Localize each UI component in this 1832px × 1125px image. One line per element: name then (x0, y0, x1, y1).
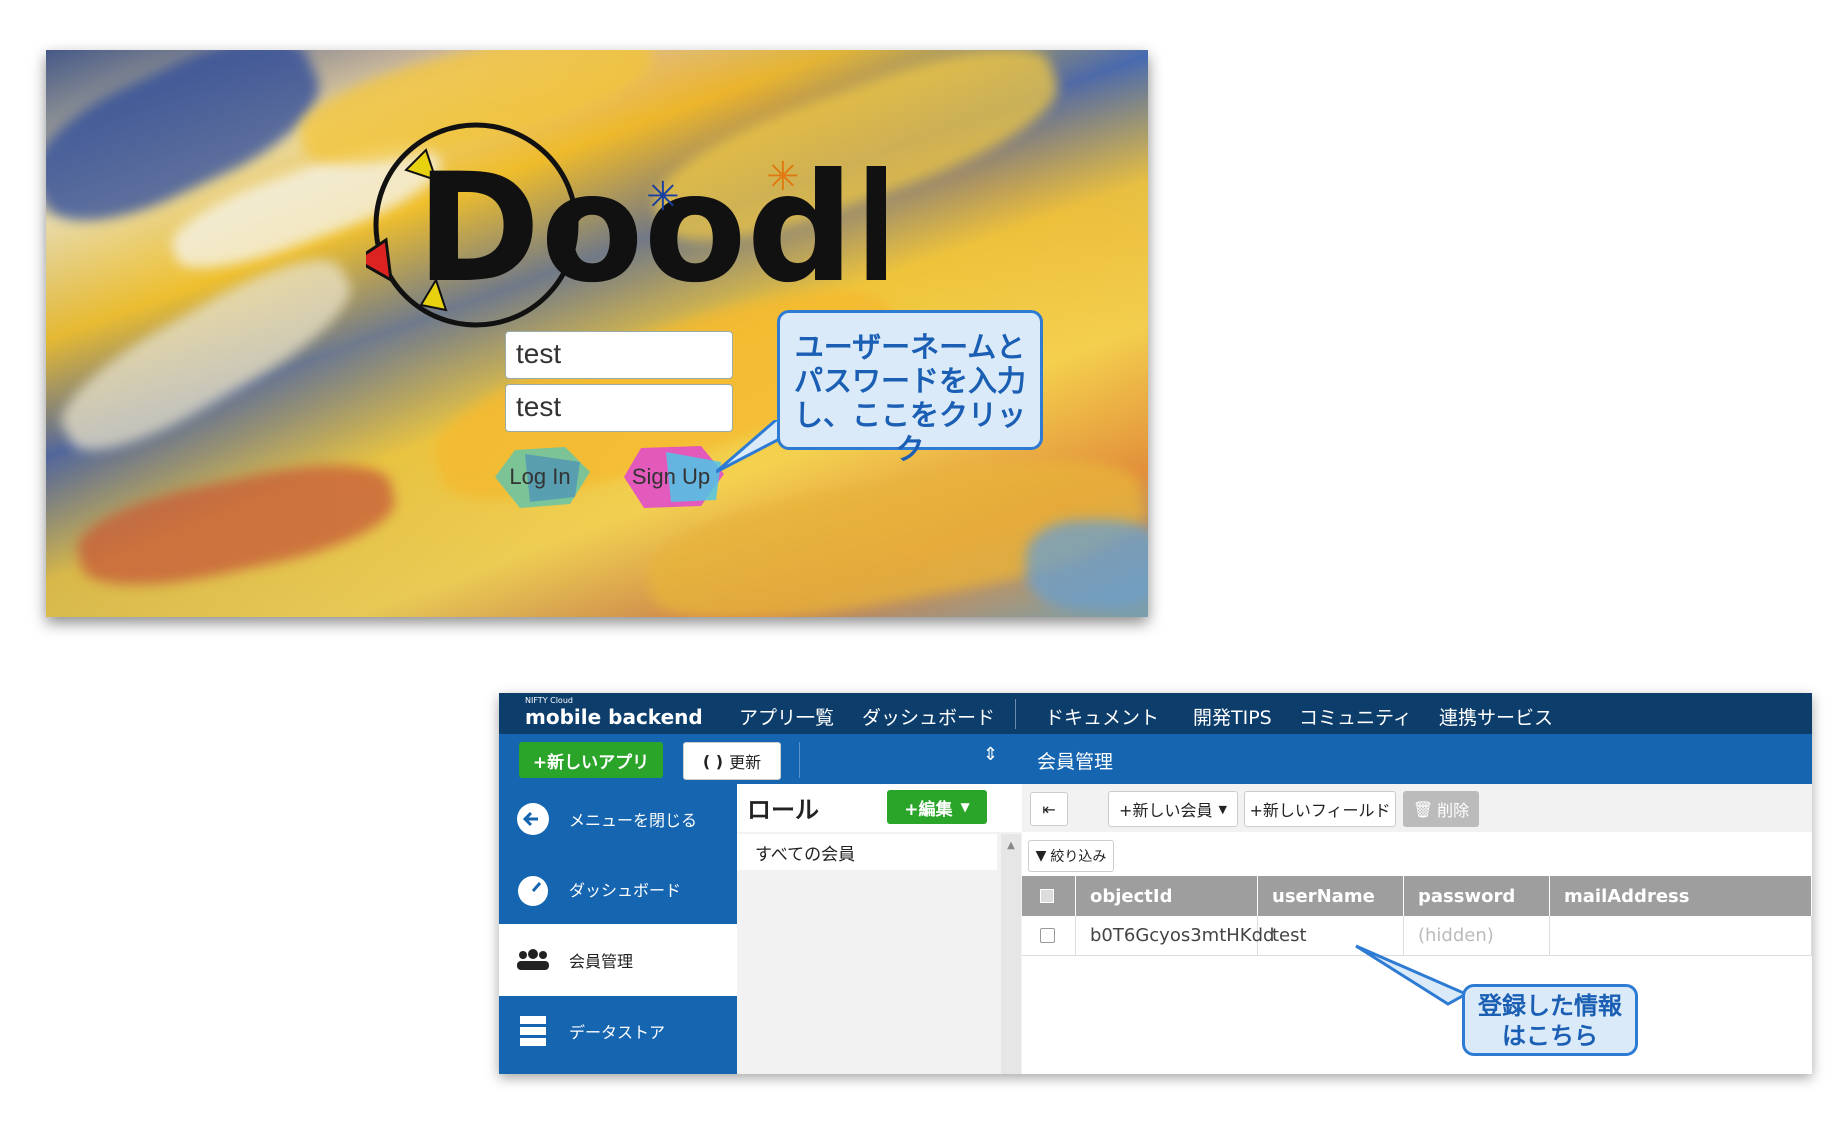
row-checkbox[interactable] (1022, 916, 1076, 956)
table-callout-tail (1355, 944, 1470, 1006)
new-field-button[interactable]: +新しいフィールド (1244, 791, 1396, 827)
sidebar-item-members[interactable]: 会員管理 (499, 924, 737, 996)
col-password[interactable]: password (1404, 876, 1550, 916)
sidebar-item-close-menu[interactable]: メニューを閉じる (499, 784, 737, 854)
nav-community[interactable]: コミュニティ (1299, 703, 1412, 730)
nav-dashboard[interactable]: ダッシュボード (862, 703, 995, 730)
roles-scrollbar[interactable]: ▲ (1001, 834, 1021, 1074)
sidebar-item-label: データストア (569, 1023, 666, 1042)
password-input[interactable]: test (505, 384, 733, 432)
nav-dev-tips[interactable]: 開発TIPS (1193, 703, 1272, 730)
edit-label: +編集 (904, 799, 953, 820)
delete-button[interactable]: 🗑 削除 (1403, 791, 1479, 827)
members-panel: ⇤ +新しい会員 ▼ +新しいフィールド 🗑 削除 ▼ 絞り込み objectI… (1022, 784, 1812, 1074)
cell-mailAddress[interactable] (1550, 916, 1812, 956)
sidebar-item-dashboard[interactable]: ダッシュボード (499, 854, 737, 924)
brand-logo: mobile backend (525, 705, 703, 729)
sidebar-item-datastore[interactable]: データストア (499, 996, 737, 1066)
signup-button-label: Sign Up (631, 464, 711, 489)
select-all-checkbox[interactable] (1022, 876, 1076, 916)
login-button-label: Log In (509, 464, 571, 489)
roles-title: ロール (747, 796, 819, 824)
roles-panel: ロール +編集 ▼ すべての会員 ▲ (737, 784, 1022, 1074)
page-title: 会員管理 (1037, 751, 1114, 773)
login-screenshot: Doodle ✳ ✳ test test Log In Sign Up ユーザー… (46, 50, 1148, 617)
svg-text:✳: ✳ (766, 154, 800, 200)
sidebar: メニューを閉じる ダッシュボード 会員管理 データストア (499, 784, 737, 1074)
refresh-label: 更新 (729, 753, 762, 772)
login-button[interactable]: Log In (490, 445, 590, 509)
logo-text: Doodle (416, 142, 886, 316)
ncmb-console-screenshot: NIFTY Cloud mobile backend アプリ一覧 ダッシュボード… (499, 693, 1812, 1074)
login-callout: ユーザーネームと パスワードを入力 し、ここをクリック (777, 310, 1043, 466)
refresh-icon: ( ) (702, 751, 724, 771)
collapse-columns-icon[interactable]: ⇤ (1030, 792, 1068, 826)
col-mailAddress[interactable]: mailAddress (1550, 876, 1812, 916)
new-app-button[interactable]: +新しいアプリ (519, 742, 663, 778)
arrow-left-circle-icon (515, 801, 551, 837)
app-selector-chevron-icon[interactable]: ⇕ (983, 744, 998, 765)
filter-button[interactable]: ▼ 絞り込み (1028, 840, 1114, 872)
role-item-all-members[interactable]: すべての会員 (755, 840, 855, 865)
nav-integrations[interactable]: 連携サービス (1439, 703, 1553, 730)
top-nav-bar: NIFTY Cloud mobile backend アプリ一覧 ダッシュボード… (499, 693, 1812, 734)
delete-label: 削除 (1437, 801, 1470, 820)
filter-label: 絞り込み (1050, 849, 1107, 865)
sidebar-item-label: ダッシュボード (569, 881, 682, 900)
svg-text:✳: ✳ (646, 174, 680, 220)
users-icon (515, 942, 551, 978)
nav-app-list[interactable]: アプリ一覧 (739, 703, 834, 730)
filter-icon: ▼ (1035, 848, 1047, 864)
brand-small: NIFTY Cloud (525, 696, 573, 705)
new-member-label: +新しい会員 (1119, 801, 1213, 820)
sidebar-item-label: メニューを閉じる (569, 811, 698, 830)
new-member-button[interactable]: +新しい会員 ▼ (1108, 791, 1238, 827)
col-objectId[interactable]: objectId (1076, 876, 1258, 916)
nav-documents[interactable]: ドキュメント (1045, 703, 1159, 730)
refresh-button[interactable]: ( ) 更新 (683, 742, 781, 780)
gauge-icon (515, 871, 551, 907)
caret-down-icon: ▼ (1218, 802, 1227, 816)
trash-icon: 🗑 (1412, 799, 1434, 819)
cell-objectId[interactable]: b0T6Gcyos3mtHKdd (1076, 916, 1274, 956)
sidebar-item-label: 会員管理 (569, 952, 634, 971)
username-input[interactable]: test (505, 331, 733, 379)
signup-button[interactable]: Sign Up (621, 445, 724, 509)
database-icon (515, 1013, 551, 1049)
sub-header: +新しいアプリ ( ) 更新 ⇕ 会員管理 (499, 734, 1812, 784)
col-userName[interactable]: userName (1258, 876, 1404, 916)
caret-down-icon: ▼ (960, 800, 970, 814)
table-callout: 登録した情報 はこちら (1462, 984, 1638, 1056)
edit-roles-button[interactable]: +編集 ▼ (887, 790, 987, 824)
